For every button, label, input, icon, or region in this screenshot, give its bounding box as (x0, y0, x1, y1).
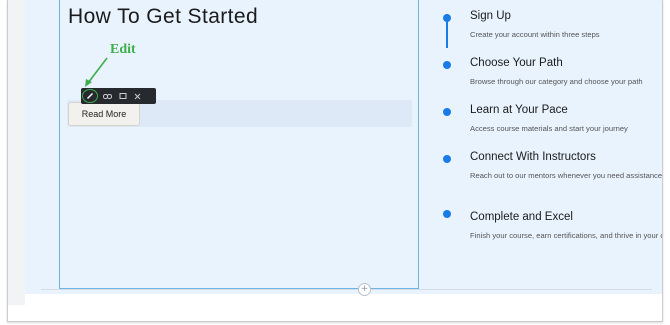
page-frame: How To Get Started Edit Read More Sign U… (7, 0, 663, 322)
left-gutter (8, 0, 25, 305)
step-description: Finish your course, earn certifications,… (470, 231, 663, 240)
add-section-button[interactable]: + (358, 283, 371, 296)
read-more-button[interactable]: Read More (68, 102, 140, 126)
step-description: Reach out to our mentors whenever you ne… (470, 171, 663, 180)
timeline-dot-icon (443, 210, 451, 218)
step-title: Complete and Excel (470, 211, 573, 223)
widget-toolbar (81, 88, 156, 104)
annotation-arrow-icon (85, 57, 108, 87)
steps-timeline: Sign Up Create your account within three… (435, 0, 663, 290)
left-column[interactable]: How To Get Started Edit Read More (59, 0, 419, 289)
step-title: Learn at Your Pace (470, 104, 568, 116)
timeline-dot-icon (443, 108, 451, 116)
step-title: Connect With Instructors (470, 151, 596, 163)
step-description: Access course materials and start your j… (470, 124, 628, 133)
timeline-dot-icon (443, 61, 451, 69)
timeline-dot-icon (443, 14, 451, 22)
step-description: Browse through our category and choose y… (470, 77, 643, 86)
step-title: Sign Up (470, 10, 511, 22)
duplicate-icon[interactable] (115, 88, 130, 104)
button-widget-row[interactable]: Read More (67, 100, 412, 127)
close-icon[interactable] (130, 88, 145, 104)
edit-annotation-label: Edit (110, 42, 136, 57)
page-title: How To Get Started (68, 5, 259, 28)
step-title: Choose Your Path (470, 57, 563, 69)
edit-icon[interactable] (82, 89, 98, 103)
timeline-dot-icon (443, 155, 451, 163)
section-canvas: How To Get Started Edit Read More Sign U… (25, 0, 662, 294)
section-divider (41, 289, 652, 290)
step-description: Create your account within three steps (470, 30, 600, 39)
link-icon[interactable] (100, 88, 115, 104)
